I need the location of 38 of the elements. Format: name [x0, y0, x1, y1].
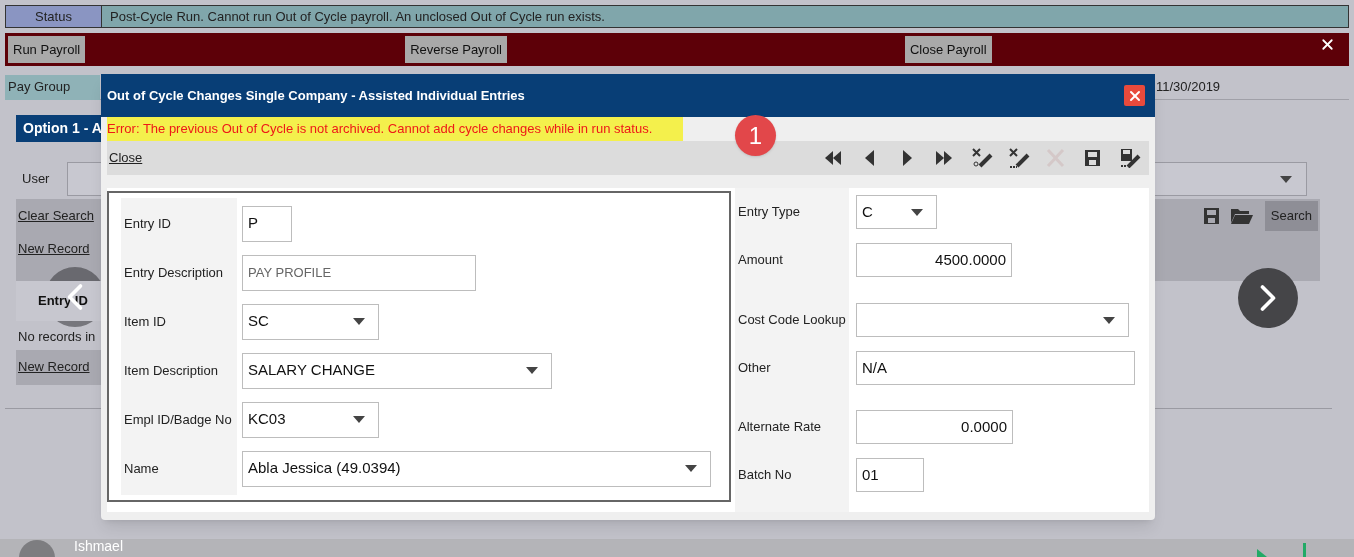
field-label: Other [738, 359, 771, 378]
action-button[interactable]: Close Payroll [904, 36, 992, 63]
input-field[interactable]: 01 [856, 458, 924, 492]
input-field[interactable]: 4500.0000 [856, 243, 1012, 277]
field-label: Entry Type [738, 203, 800, 222]
field-label: Item ID [124, 312, 166, 331]
status-label: Status [6, 6, 102, 27]
dropdown-field[interactable]: Abla Jessica (49.0394) [242, 450, 711, 487]
user-label: User [21, 170, 51, 189]
field-label: Name [124, 459, 159, 478]
field-label: Item Description [124, 361, 218, 380]
action-button[interactable]: Run Payroll [8, 36, 86, 63]
user-name: Ishmael [74, 539, 124, 553]
field-label: Batch No [738, 466, 792, 485]
input-field[interactable]: 0.0000 [856, 410, 1013, 444]
field-label: Alternate Rate [738, 418, 822, 437]
dropdown-field[interactable]: SALARY CHANGE [242, 352, 552, 389]
pay-date: 11/30/2019 [1156, 78, 1221, 97]
field-label: Entry ID [124, 214, 171, 233]
field-label: Empl ID/Badge No [124, 410, 232, 429]
status-message: Post-Cycle Run. Cannot run Out of Cycle payroll. An unclosed Out of Cycle run exists. [102, 6, 1348, 27]
field-label: Amount [738, 251, 783, 270]
dropdown-field[interactable]: SC [242, 303, 379, 340]
dropdown-field[interactable]: KC03 [242, 401, 379, 438]
search-button[interactable]: Search [1264, 201, 1318, 231]
dialog-title: Out of Cycle Changes Single Company - Assisted Individual Entries [107, 86, 525, 105]
field-label: Cost Code Lookup [738, 311, 846, 330]
dropdown-field[interactable]: C [856, 195, 937, 229]
action-button[interactable]: Reverse Payroll [405, 36, 507, 63]
empty-message: No records in [18, 328, 97, 346]
close-link[interactable]: Close [109, 148, 143, 168]
clear-search-link[interactable]: Clear Search [18, 206, 94, 226]
input-field[interactable]: P [242, 205, 292, 242]
new-record-link[interactable]: New Record [18, 239, 90, 259]
error-message: Error: The previous Out of Cycle is not archived. Cannot add cycle changes while in run status. [107, 117, 683, 141]
field-label: Entry Description [124, 263, 223, 282]
pay-group-label: Pay Group [5, 74, 100, 100]
input-field[interactable]: N/A [856, 351, 1135, 385]
